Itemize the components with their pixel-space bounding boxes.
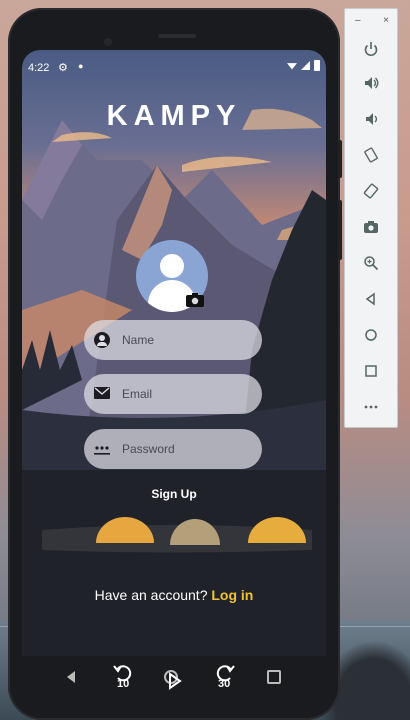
rewind-seconds-label: 10 bbox=[117, 678, 130, 690]
power-icon[interactable] bbox=[345, 35, 397, 63]
app-screen: 4:22 ⚙ ● KAMPY Sign Up bbox=[22, 50, 326, 656]
email-input[interactable] bbox=[122, 387, 252, 401]
app-logo: KAMPY bbox=[106, 100, 242, 132]
password-field[interactable] bbox=[84, 429, 262, 469]
status-bar: 4:22 ⚙ ● bbox=[22, 50, 326, 82]
phone-front-camera bbox=[104, 38, 112, 46]
close-button[interactable]: × bbox=[383, 15, 389, 26]
home-icon[interactable] bbox=[345, 321, 397, 349]
mail-icon bbox=[94, 386, 110, 402]
play-icon[interactable] bbox=[168, 672, 182, 690]
log-in-link[interactable]: Log in bbox=[211, 587, 253, 603]
forward-seconds-label: 30 bbox=[218, 678, 231, 690]
password-input[interactable] bbox=[122, 442, 252, 456]
emulator-toolbar: – × bbox=[344, 8, 398, 428]
name-field[interactable] bbox=[84, 320, 262, 360]
nav-back-icon[interactable] bbox=[66, 671, 75, 683]
rotate-right-icon[interactable] bbox=[345, 177, 397, 205]
password-icon bbox=[94, 441, 110, 457]
signal-icon bbox=[301, 61, 310, 70]
battery-icon bbox=[314, 60, 320, 71]
screenshot-camera-icon[interactable] bbox=[345, 213, 397, 241]
email-field[interactable] bbox=[84, 374, 262, 414]
avatar-head bbox=[160, 254, 184, 278]
have-account-text: Have an account? bbox=[94, 587, 208, 603]
minimize-button[interactable]: – bbox=[355, 15, 361, 26]
volume-down-icon[interactable] bbox=[345, 105, 397, 133]
settings-gear-icon: ⚙ bbox=[58, 62, 68, 74]
name-input[interactable] bbox=[122, 333, 252, 347]
nav-recent-icon[interactable] bbox=[267, 670, 282, 684]
camera-icon[interactable] bbox=[186, 293, 204, 307]
phone-volume-button bbox=[338, 200, 342, 260]
have-account-row: Have an account? Log in bbox=[22, 587, 326, 603]
phone-power-button bbox=[338, 140, 342, 178]
zoom-icon[interactable] bbox=[345, 249, 397, 277]
sign-up-button[interactable]: Sign Up bbox=[22, 487, 326, 501]
volume-up-icon[interactable] bbox=[345, 69, 397, 97]
overview-icon[interactable] bbox=[345, 357, 397, 385]
notification-dot-icon: ● bbox=[78, 61, 84, 71]
wifi-icon bbox=[287, 63, 297, 70]
back-icon[interactable] bbox=[345, 285, 397, 313]
more-icon[interactable] bbox=[345, 393, 397, 421]
status-time: 4:22 bbox=[28, 62, 50, 74]
person-icon bbox=[94, 332, 110, 348]
rotate-left-icon[interactable] bbox=[345, 141, 397, 169]
phone-speaker bbox=[158, 34, 196, 38]
